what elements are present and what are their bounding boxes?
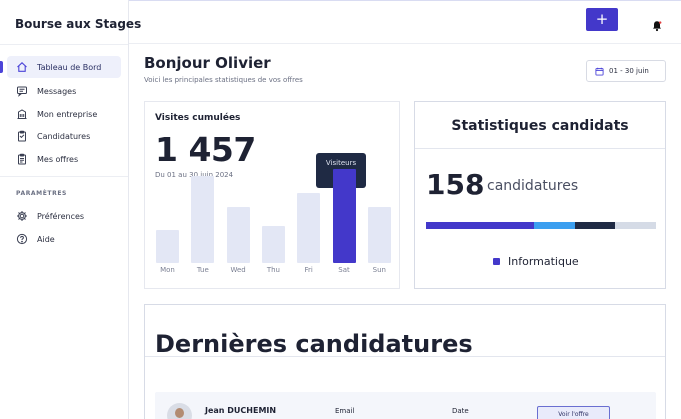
clipboard-list-icon <box>16 153 28 165</box>
sidebar-item-mes-offres[interactable]: Mes offres <box>7 148 121 170</box>
page-title: Bonjour Olivier <box>144 54 271 72</box>
chart-tick-label: Sun <box>372 266 386 274</box>
chart-tick-label: Mon <box>160 266 175 274</box>
distribution-segment <box>575 222 615 229</box>
add-button[interactable]: + <box>586 8 618 31</box>
stats-divider <box>415 148 665 149</box>
chart-bar-mon[interactable] <box>156 230 179 263</box>
legend-label: Informatique <box>508 255 579 268</box>
visits-title: Visites cumulées <box>155 113 241 123</box>
chart-bar-thu[interactable] <box>261 225 285 263</box>
chart-bar-sun[interactable] <box>367 207 391 263</box>
building-icon <box>16 108 28 120</box>
recent-applications-card: Dernières candidatures Jean DUCHEMIN Ema… <box>144 304 666 419</box>
active-indicator <box>0 61 3 73</box>
candidate-email-header: Email <box>335 407 355 415</box>
chart-tick-label: Sat <box>338 266 350 274</box>
chart-tick-label: Wed <box>230 266 246 274</box>
sidebar-item-label: Aide <box>37 234 55 244</box>
avatar <box>167 403 192 419</box>
stats-legend: Informatique <box>493 255 579 268</box>
sidebar: Bourse aux Stages Tableau de Bord Messag… <box>0 0 141 419</box>
sidebar-item-label: Messages <box>37 86 77 96</box>
sidebar-item-tableau-de-bord[interactable]: Tableau de Bord <box>7 56 121 78</box>
sidebar-divider <box>0 44 128 45</box>
calendar-icon <box>595 67 604 76</box>
recent-divider <box>145 356 665 357</box>
distribution-segment <box>534 222 576 229</box>
stats-title: Statistiques candidats <box>451 118 629 134</box>
section-label-parametres: PARAMÈTRES <box>16 190 67 197</box>
view-offer-button[interactable]: Voir l'offre <box>537 406 610 419</box>
date-range-label: 01 - 30 juin <box>609 67 649 75</box>
tooltip-label: Visiteurs <box>325 159 357 167</box>
chart-tick-label: Tue <box>196 266 209 274</box>
sidebar-item-candidatures[interactable]: Candidatures <box>7 125 121 147</box>
legend-swatch <box>493 258 500 265</box>
sidebar-item-label: Tableau de Bord <box>37 62 102 72</box>
avatar-head <box>175 408 184 418</box>
chart-bar-fri[interactable] <box>297 193 321 263</box>
distribution-segment <box>426 222 535 229</box>
message-icon <box>16 85 28 97</box>
sidebar-item-preferences[interactable]: Préférences <box>7 205 121 227</box>
visits-total: 1 457 <box>155 130 256 169</box>
chart-bar-wed[interactable] <box>226 207 250 263</box>
brand-title: Bourse aux Stages <box>15 17 142 31</box>
home-icon <box>16 61 28 73</box>
table-row: Jean DUCHEMIN Email Date Voir l'offre <box>155 392 656 419</box>
sidebar-divider <box>0 176 128 177</box>
chart-tick-label: Fri <box>304 266 313 274</box>
sidebar-item-aide[interactable]: Aide <box>7 228 121 250</box>
bell-icon[interactable] <box>651 17 663 32</box>
sidebar-item-label: Mon entreprise <box>37 109 98 119</box>
candidate-date-header: Date <box>452 407 469 415</box>
date-range-button[interactable]: 01 - 30 juin <box>586 60 666 82</box>
sidebar-item-label: Candidatures <box>37 131 91 141</box>
stats-distribution-bar <box>426 222 656 229</box>
chart-bar-tue[interactable] <box>191 175 215 263</box>
chart-tick-label: Thu <box>266 266 280 274</box>
visits-card: Visites cumulées 1 457 Du 01 au 30 juin … <box>144 101 400 289</box>
sidebar-item-mon-entreprise[interactable]: Mon entreprise <box>7 103 121 125</box>
distribution-segment <box>614 222 656 229</box>
sidebar-item-label: Mes offres <box>37 154 79 164</box>
recent-title: Dernières candidatures <box>155 330 473 358</box>
gear-icon <box>16 210 28 222</box>
sidebar-item-messages[interactable]: Messages <box>7 80 121 102</box>
stats-unit: candidatures <box>487 178 579 194</box>
page-subtitle: Voici les principales statistiques de vo… <box>144 76 303 84</box>
stats-card: Statistiques candidats 158 candidatures … <box>414 101 666 289</box>
clipboard-icon <box>16 130 28 142</box>
stats-count: 158 <box>426 168 485 201</box>
sidebar-item-label: Préférences <box>37 211 85 221</box>
chart-bar-sat[interactable] <box>332 168 356 263</box>
help-circle-icon <box>16 233 28 245</box>
candidate-name: Jean DUCHEMIN <box>205 406 277 415</box>
